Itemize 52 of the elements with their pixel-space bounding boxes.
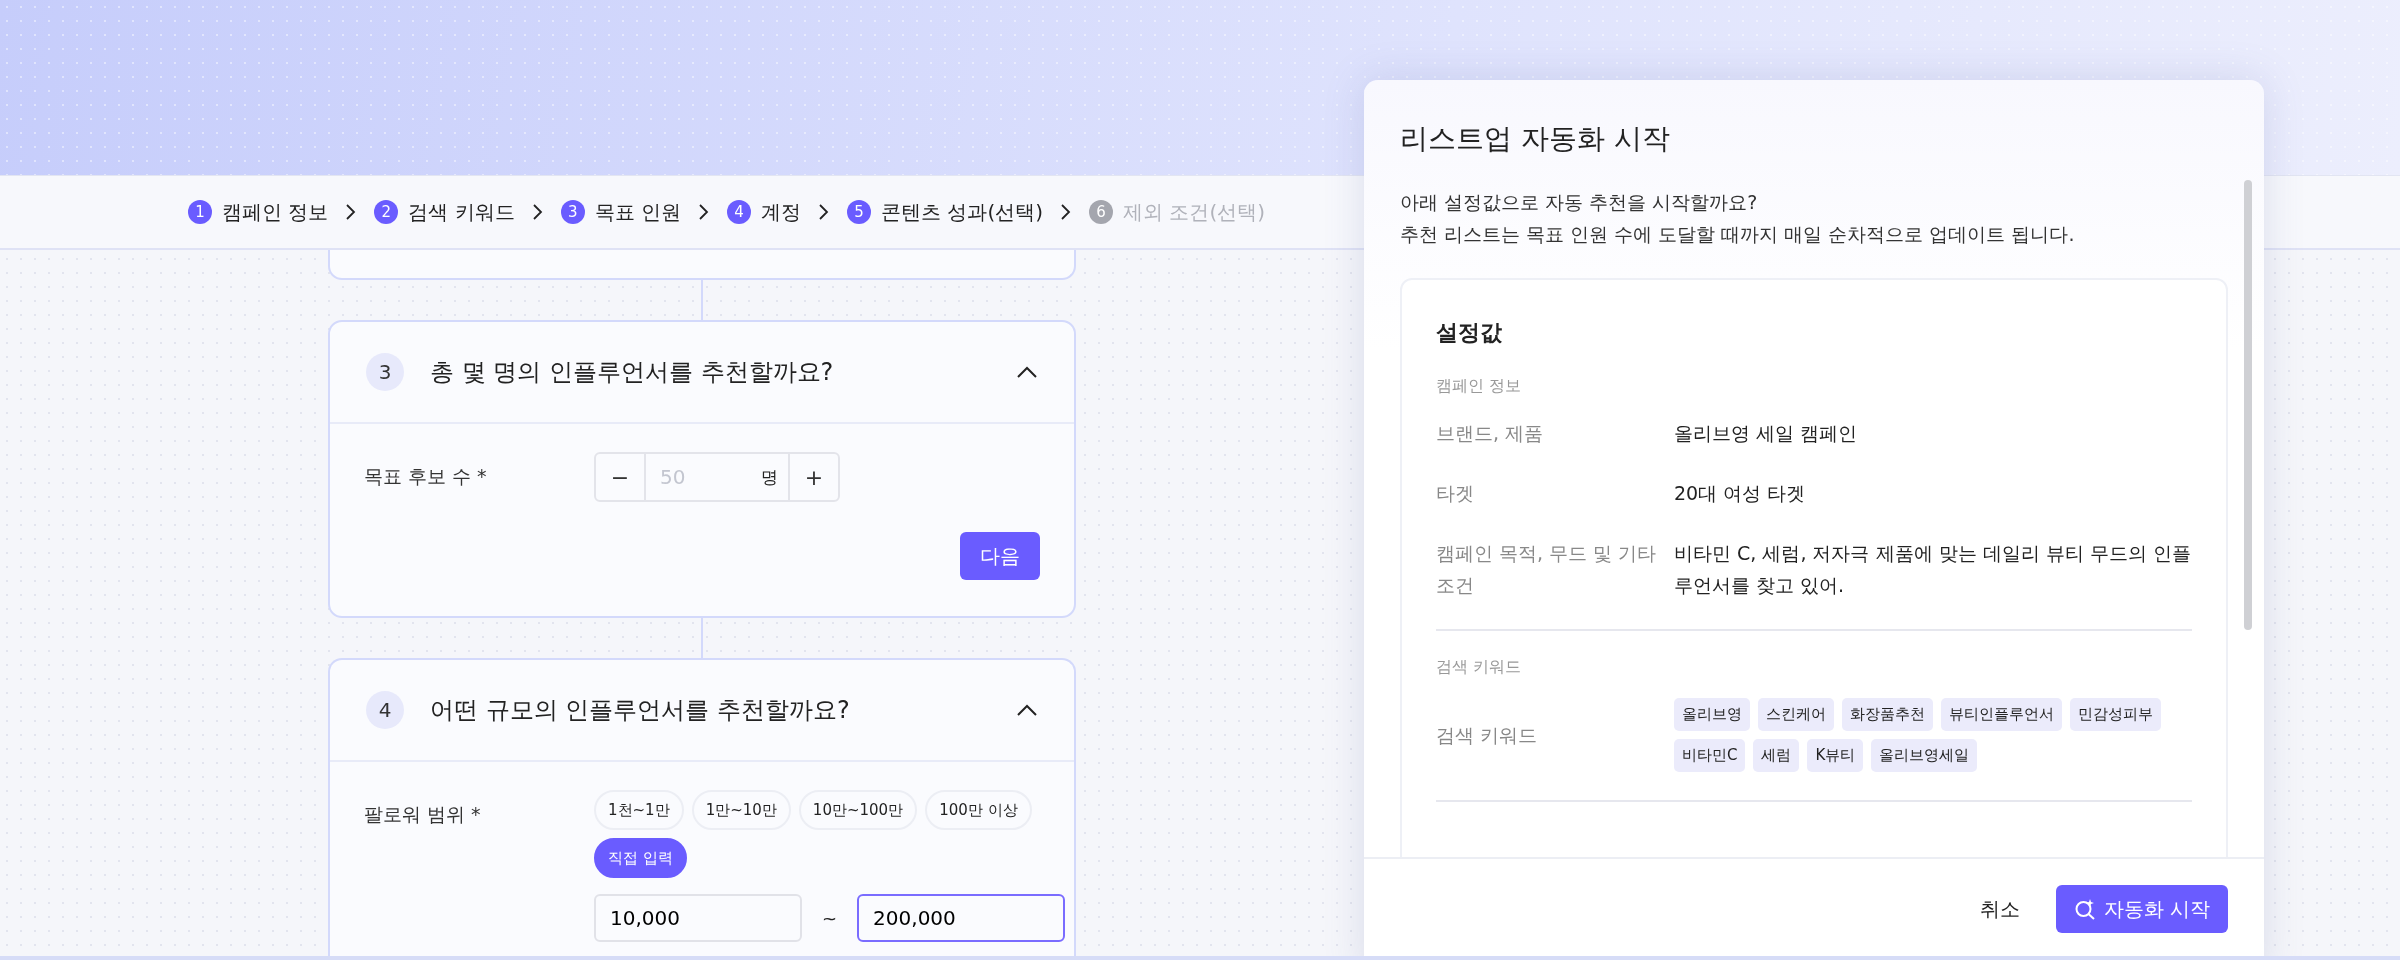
setting-label: 브랜드, 제품 <box>1436 421 1545 446</box>
keyword-tag: 민감성피부 <box>2070 698 2161 731</box>
dialog-description: 아래 설정값으로 자동 추천을 시작할까요? <box>1400 190 1759 215</box>
card-title: 어떤 규모의 인플루언서를 추천할까요? <box>430 695 851 726</box>
range-chip[interactable]: 1만~10만 <box>691 790 791 830</box>
chevron-right-icon <box>530 202 545 222</box>
keyword-tag: 뷰티인플루언서 <box>1941 698 2062 731</box>
setting-label: 캠페인 목적, 무드 및 기타 조건 <box>1436 541 1658 598</box>
range-input[interactable]: 10,000 <box>594 894 802 942</box>
keyword-tag: K뷰티 <box>1807 739 1864 772</box>
field-label: 팔로워 범위 * <box>364 802 482 827</box>
setting-label: 타겟 <box>1436 481 1475 506</box>
step-link[interactable]: 1 캠페인 정보 <box>188 198 329 226</box>
section-heading: 캠페인 정보 <box>1436 376 1523 397</box>
summary-title: 설정값 <box>1436 319 1503 347</box>
setting-value: 비타민 C, 세럼, 저자극 제품에 맞는 데일리 뷰티 무드의 인플루언서를 찾고 있어. <box>1674 541 2192 598</box>
keyword-tag: 세럼 <box>1753 739 1800 772</box>
chevron-up-icon[interactable] <box>1016 703 1038 717</box>
increment-button[interactable]: + <box>790 454 838 500</box>
dialog-description: 추천 리스트는 목표 인원 수에 도달할 때까지 매일 순차적으로 업데이트 됩니다. <box>1400 222 2076 247</box>
card-title: 총 몇 명의 인플루언서를 추천할까요? <box>430 357 835 388</box>
step-link[interactable]: 4 계정 <box>727 198 802 226</box>
step-link[interactable]: 5 콘텐츠 성과(선택) <box>847 198 1044 226</box>
start-button[interactable]: 자동화 시작 <box>2055 885 2228 933</box>
unit-label: 명 <box>761 465 778 489</box>
scrollbar[interactable] <box>2244 180 2252 630</box>
keyword-tag: 올리브영 <box>1674 698 1750 731</box>
decrement-button[interactable]: − <box>596 454 644 500</box>
sparkle-search-icon <box>2073 898 2096 920</box>
range-input[interactable]: 200,000 <box>857 894 1066 942</box>
range-separator: ~ <box>822 907 838 929</box>
step-link[interactable]: 3 목표 인원 <box>560 198 682 226</box>
keyword-tag: 화장품추천 <box>1842 698 1933 731</box>
keyword-tag: 올리브영세일 <box>1871 739 1978 772</box>
step-number: 3 <box>366 353 404 391</box>
keyword-tag: 비타민C <box>1674 739 1746 772</box>
step-number: 4 <box>366 691 404 729</box>
range-chip[interactable]: 1천~1만 <box>594 790 684 830</box>
keyword-tag: 스킨케어 <box>1758 698 1834 731</box>
setting-value: 20대 여성 타겟 <box>1674 481 1807 506</box>
chevron-up-icon[interactable] <box>1016 365 1038 379</box>
range-chip[interactable]: 100만 이상 <box>925 790 1032 830</box>
cancel-button[interactable]: 취소 <box>1973 885 2026 933</box>
setting-value: 올리브영 세일 캠페인 <box>1674 421 1859 446</box>
dialog-title: 리스트업 자동화 시작 <box>1400 121 1671 157</box>
setting-label: 검색 키워드 <box>1436 723 1539 748</box>
step-link[interactable]: 2 검색 키워드 <box>374 198 515 226</box>
range-chip[interactable]: 10만~100만 <box>798 790 918 830</box>
range-chip[interactable]: 직접 입력 <box>594 838 687 878</box>
section-heading: 검색 키워드 <box>1436 657 1523 678</box>
next-button[interactable]: 다음 <box>960 532 1040 580</box>
field-label: 목표 후보 수 * <box>364 464 488 489</box>
